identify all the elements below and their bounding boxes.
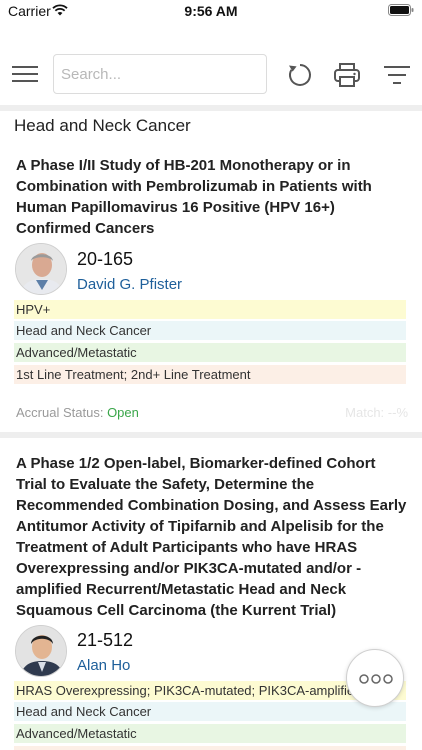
toolbar — [0, 50, 422, 98]
treatment-line-tag — [14, 746, 406, 750]
match-percentage: Match: --% — [345, 405, 408, 420]
accrual-status-value: Open — [107, 405, 139, 420]
avatar — [15, 625, 67, 677]
stage-tag: Advanced/Metastatic — [14, 724, 406, 743]
stage-tag: Advanced/Metastatic — [14, 343, 406, 362]
trial-id: 21-512 — [77, 630, 134, 650]
filter-icon[interactable] — [384, 64, 410, 86]
principal-investigator-link[interactable]: David G. Pfister — [77, 276, 182, 293]
accrual-status: Accrual Status: Open — [16, 405, 139, 420]
principal-investigator-link[interactable]: Alan Ho — [77, 657, 130, 674]
more-options-button[interactable] — [346, 649, 404, 707]
trial-title: A Phase I/II Study of HB-201 Monotherapy… — [16, 157, 372, 237]
print-icon[interactable] — [333, 62, 361, 88]
menu-icon[interactable] — [12, 64, 38, 84]
section-divider — [0, 105, 422, 111]
person-photo-icon — [16, 626, 66, 676]
treatment-line-tag: 1st Line Treatment; 2nd+ Line Treatment — [14, 365, 406, 384]
biomarker-tag: HPV+ — [14, 300, 406, 319]
trial-title: A Phase 1/2 Open-label, Biomarker-define… — [16, 455, 407, 619]
search-input[interactable] — [53, 54, 267, 94]
section-title: Head and Neck Cancer — [14, 116, 191, 135]
disease-tag: Head and Neck Cancer — [14, 702, 406, 721]
refresh-icon[interactable] — [287, 62, 313, 88]
trial-id: 20-165 — [77, 249, 134, 269]
more-icon — [359, 674, 393, 684]
battery-icon — [388, 4, 414, 16]
disease-tag: Head and Neck Cancer — [14, 321, 406, 340]
person-photo-icon — [16, 244, 66, 294]
clock: 9:56 AM — [184, 3, 238, 19]
accrual-status-label: Accrual Status: — [16, 405, 104, 420]
avatar — [15, 243, 67, 295]
card-divider — [0, 432, 422, 438]
status-bar: Carrier 9:56 AM — [0, 0, 422, 22]
